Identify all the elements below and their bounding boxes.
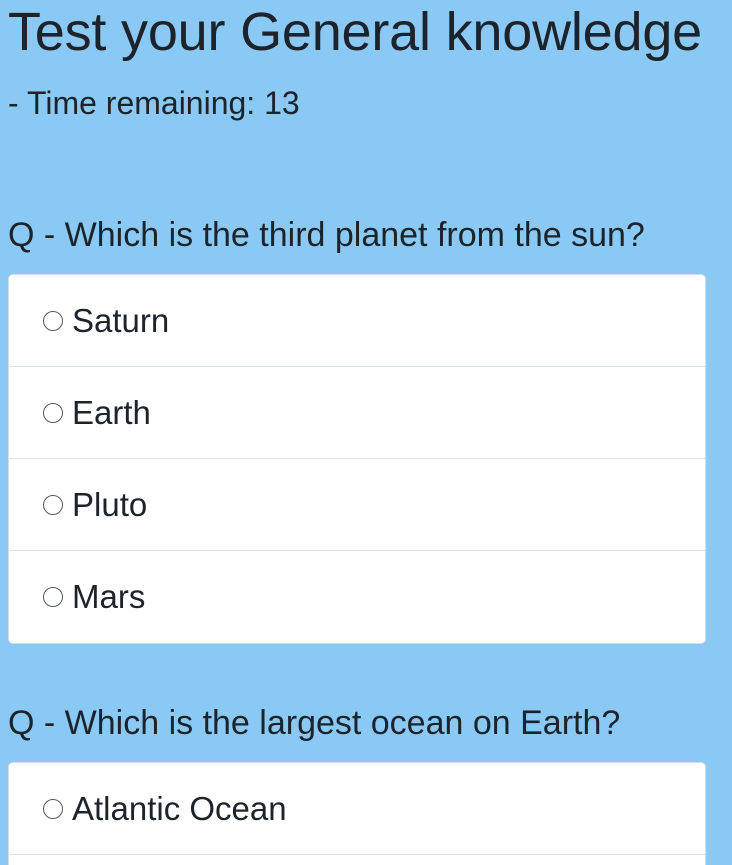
radio-button[interactable] [43,587,63,607]
question-2-text: Q - Which is the largest ocean on Earth? [8,704,621,742]
radio-button[interactable] [43,494,63,515]
question-1-option-3[interactable]: Pluto [9,459,705,551]
question-2-option-1[interactable]: Atlantic Ocean [9,763,705,855]
question-1-option-1[interactable]: Saturn [9,275,705,367]
radio-button[interactable] [43,310,63,331]
question-2-options: Atlantic Ocean [8,762,706,865]
quiz-page: Test your General knowledge - Time remai… [0,0,732,865]
radio-button[interactable] [43,798,63,819]
option-label: Pluto [72,485,148,523]
question-1-text: Q - Which is the third planet from the s… [8,216,645,254]
time-remaining-text: - Time remaining: 13 [8,85,300,121]
page-title: Test your General knowledge [8,2,702,62]
question-1-option-4[interactable]: Mars [9,551,705,643]
option-label: Atlantic Ocean [72,789,287,827]
option-label: Mars [72,578,146,615]
question-1-option-2[interactable]: Earth [9,367,705,459]
option-label: Earth [72,393,151,431]
option-label: Saturn [72,301,170,339]
question-1-options: Saturn Earth Pluto Mars [8,274,706,644]
radio-button[interactable] [43,402,63,423]
